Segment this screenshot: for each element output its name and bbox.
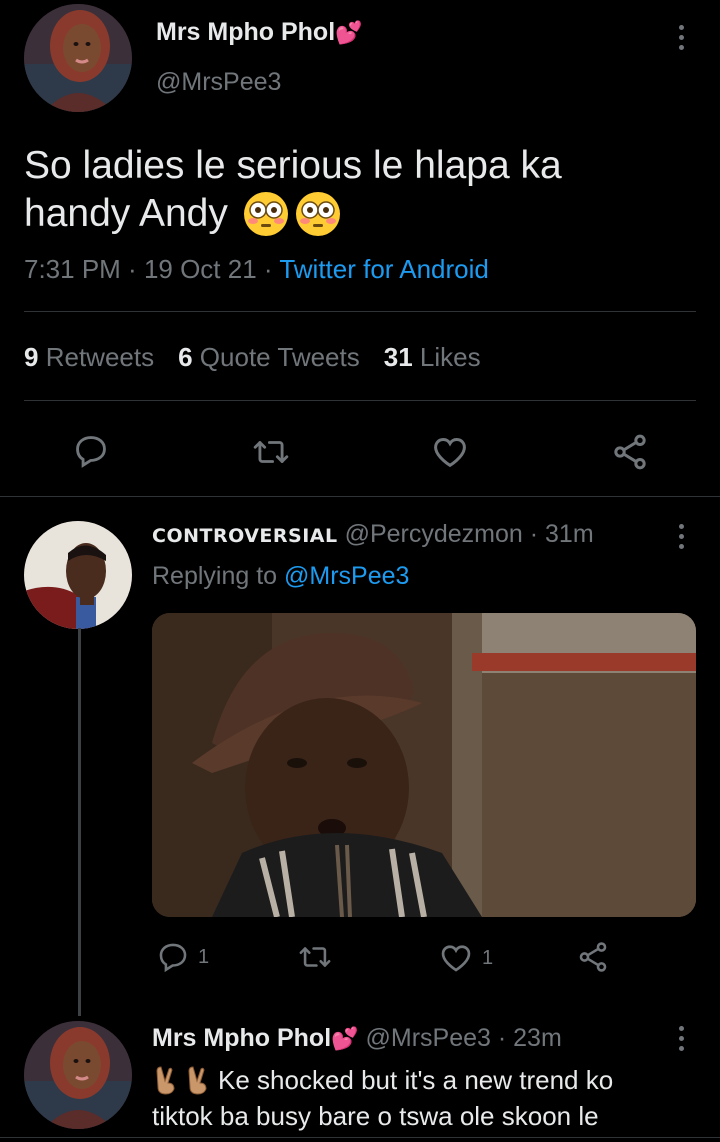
divider bbox=[0, 1137, 720, 1138]
reply-icon[interactable] bbox=[72, 432, 110, 470]
reply-header: Mrs Mpho Phol💕 @MrsPee3 · 23m bbox=[152, 1024, 562, 1053]
divider bbox=[24, 400, 696, 401]
retweet-icon[interactable] bbox=[252, 433, 290, 471]
like-count: 1 bbox=[482, 946, 494, 969]
divider bbox=[0, 496, 720, 497]
more-icon[interactable] bbox=[676, 1026, 686, 1051]
tweet-text-line: So ladies le serious le hlapa ka bbox=[24, 144, 562, 187]
author-name[interactable]: CONTROVERSIAL bbox=[152, 525, 338, 547]
meta-separator: · bbox=[120, 254, 144, 284]
avatar[interactable] bbox=[24, 4, 132, 112]
author-handle[interactable]: @MrsPee3 bbox=[156, 68, 281, 97]
more-icon[interactable] bbox=[676, 25, 686, 50]
retweets-count: 9 bbox=[24, 342, 39, 372]
reply-header: CONTROVERSIAL @Percydezmon · 31m bbox=[152, 520, 594, 549]
fingers-crossed-emoji-icon bbox=[152, 1065, 212, 1095]
author-handle[interactable]: @Percydezmon bbox=[345, 520, 523, 548]
tweet-text: So ladies le serious le hlapa ka handy A… bbox=[24, 142, 562, 238]
replying-to: Replying to @MrsPee3 bbox=[152, 562, 409, 591]
tweet-text-line: tiktok ba busy bare o tswa ole skoon le bbox=[152, 1101, 599, 1131]
likes-count: 31 bbox=[383, 342, 413, 372]
author-handle[interactable]: @MrsPee3 bbox=[366, 1024, 491, 1052]
retweets-label: Retweets bbox=[45, 342, 155, 372]
tweet-age: 23m bbox=[513, 1024, 562, 1052]
meta-separator: · bbox=[256, 254, 280, 284]
replying-to-label: Replying to bbox=[152, 562, 278, 590]
quote-tweets-label: Quote Tweets bbox=[199, 342, 360, 372]
retweet-icon[interactable] bbox=[298, 940, 332, 974]
tweet-text: Ke shocked but it's a new trend ko tikto… bbox=[152, 1062, 613, 1134]
reply-count: 1 bbox=[198, 945, 210, 968]
avatar[interactable] bbox=[24, 1021, 132, 1129]
like-icon bbox=[441, 945, 471, 972]
like-button[interactable]: 1 bbox=[438, 940, 493, 976]
photo-man-in-hat bbox=[152, 613, 696, 917]
tweet-stats: 9 Retweets 6 Quote Tweets 31 Likes bbox=[24, 342, 481, 373]
replying-to-handle[interactable]: @MrsPee3 bbox=[284, 562, 409, 590]
heart-emoji-icon: 💕 bbox=[335, 20, 363, 45]
reply-actions: 1 bbox=[156, 940, 209, 974]
like-icon[interactable] bbox=[430, 432, 470, 472]
share-icon[interactable] bbox=[576, 940, 610, 974]
attached-photo[interactable] bbox=[152, 613, 696, 917]
tweet-text-line: Ke shocked but it's a new trend ko bbox=[218, 1065, 614, 1095]
share-icon[interactable] bbox=[610, 432, 650, 472]
retweets-stat[interactable]: 9 Retweets bbox=[24, 342, 154, 373]
meta-separator: · bbox=[490, 1024, 514, 1052]
tweet-time: 7:31 PM bbox=[24, 254, 121, 284]
more-icon[interactable] bbox=[676, 524, 686, 549]
thread-line bbox=[78, 628, 81, 1016]
author-name[interactable]: Mrs Mpho Phol bbox=[156, 18, 335, 46]
profile-photo-mrs-mpho bbox=[24, 1021, 132, 1129]
profile-photo-controversial bbox=[24, 521, 132, 629]
tweet-text-line: handy Andy bbox=[24, 192, 228, 235]
tweet-meta: 7:31 PM · 19 Oct 21 · Twitter for Androi… bbox=[24, 254, 489, 285]
tweet-source[interactable]: Twitter for Android bbox=[279, 254, 489, 284]
tweet-date: 19 Oct 21 bbox=[143, 254, 257, 284]
likes-stat[interactable]: 31 Likes bbox=[384, 342, 481, 373]
flushed-emoji-icon bbox=[242, 190, 342, 238]
likes-label: Likes bbox=[419, 342, 481, 372]
avatar[interactable] bbox=[24, 521, 132, 629]
author-name-row: Mrs Mpho Phol💕 bbox=[156, 18, 363, 47]
profile-photo-mrs-mpho bbox=[24, 4, 132, 112]
quote-tweets-stat[interactable]: 6 Quote Tweets bbox=[178, 342, 360, 373]
tweet-age: 31m bbox=[545, 520, 594, 548]
meta-separator: · bbox=[522, 520, 546, 548]
heart-emoji-icon: 💕 bbox=[331, 1026, 359, 1051]
reply-button[interactable]: 1 bbox=[156, 940, 209, 974]
divider bbox=[24, 311, 696, 312]
author-name[interactable]: Mrs Mpho Phol bbox=[152, 1024, 331, 1052]
quote-tweets-count: 6 bbox=[178, 342, 193, 372]
reply-icon bbox=[159, 943, 187, 973]
